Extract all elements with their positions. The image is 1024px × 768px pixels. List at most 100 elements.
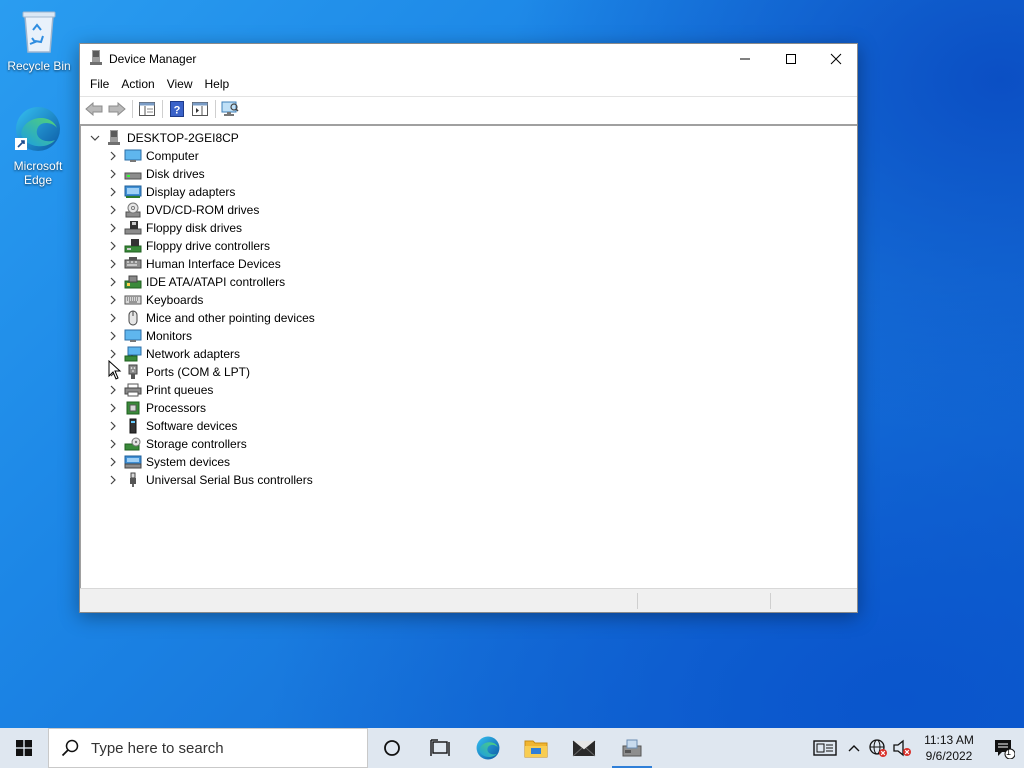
device-category-network-adapters[interactable]: Network adapters: [107, 345, 240, 363]
chevron-right-icon[interactable]: [107, 435, 119, 453]
title-bar[interactable]: Device Manager: [80, 44, 857, 73]
printer-icon: [124, 382, 142, 398]
chevron-right-icon[interactable]: [107, 147, 119, 165]
device-category-label: Keyboards: [146, 293, 204, 307]
chevron-right-icon[interactable]: [107, 291, 119, 309]
computer-icon: [124, 148, 142, 164]
taskbar-file-explorer-button[interactable]: [512, 728, 560, 768]
chevron-right-icon[interactable]: [107, 417, 119, 435]
chevron-right-icon[interactable]: [107, 327, 119, 345]
device-category-monitors[interactable]: Monitors: [107, 327, 192, 345]
action-center-button[interactable]: 1: [984, 728, 1024, 768]
desktop-icon-microsoft-edge[interactable]: Microsoft Edge: [3, 104, 73, 187]
desktop-icon-recycle-bin[interactable]: Recycle Bin: [4, 8, 74, 73]
chevron-right-icon[interactable]: [107, 471, 119, 489]
properties-view-button[interactable]: [189, 98, 211, 120]
monitor-icon: [124, 328, 142, 344]
desktop-icon-label: Microsoft Edge: [13, 159, 63, 187]
device-category-human-interface-devices[interactable]: Human Interface Devices: [107, 255, 281, 273]
minimize-icon: [740, 58, 750, 59]
back-button[interactable]: [83, 98, 105, 120]
device-category-label: Mice and other pointing devices: [146, 311, 315, 325]
toolbar-separator: [162, 100, 163, 118]
volume-button[interactable]: [890, 728, 914, 768]
device-category-keyboards[interactable]: Keyboards: [107, 291, 203, 309]
tree-root-node[interactable]: DESKTOP-2GEI8CP: [89, 129, 239, 147]
chevron-right-icon[interactable]: [107, 219, 119, 237]
device-category-floppy-disk-drives[interactable]: Floppy disk drives: [107, 219, 242, 237]
back-arrow-icon: [85, 102, 103, 116]
floppy-controller-icon: [124, 238, 142, 254]
device-category-label: Print queues: [146, 383, 214, 397]
start-button[interactable]: [0, 728, 48, 768]
device-category-mice-and-other-pointing-devices[interactable]: Mice and other pointing devices: [107, 309, 315, 327]
show-hide-console-tree-button[interactable]: [136, 98, 158, 120]
device-manager-icon: [622, 739, 642, 757]
device-category-software-devices[interactable]: Software devices: [107, 417, 237, 435]
device-category-floppy-drive-controllers[interactable]: Floppy drive controllers: [107, 237, 270, 255]
show-hidden-icons-button[interactable]: [842, 728, 866, 768]
device-tree[interactable]: DESKTOP-2GEI8CP Computer Disk drives Displ…: [80, 124, 857, 590]
device-category-ports-com-lpt[interactable]: Ports (COM & LPT): [107, 363, 250, 381]
taskbar-edge-button[interactable]: [464, 728, 512, 768]
menu-view[interactable]: View: [161, 73, 199, 96]
close-icon: [830, 53, 842, 64]
chevron-right-icon[interactable]: [107, 453, 119, 471]
system-tray: 11:13 AM 9/6/2022 1: [808, 728, 1024, 768]
toolbar-separator: [215, 100, 216, 118]
status-bar: [80, 588, 857, 612]
help-button[interactable]: ?: [166, 98, 188, 120]
taskbar-device-manager-button[interactable]: [608, 728, 656, 768]
device-category-label: Processors: [146, 401, 207, 415]
chevron-right-icon[interactable]: [107, 273, 119, 291]
windows-logo-icon: [16, 740, 32, 756]
device-category-system-devices[interactable]: System devices: [107, 453, 230, 471]
task-view-button[interactable]: [416, 728, 464, 768]
taskbar-clock[interactable]: 11:13 AM 9/6/2022: [914, 732, 984, 764]
device-category-computer[interactable]: Computer: [107, 147, 199, 165]
floppy-disk-icon: [124, 220, 142, 236]
device-category-processors[interactable]: Processors: [107, 399, 206, 417]
close-button[interactable]: [813, 44, 859, 73]
device-category-disk-drives[interactable]: Disk drives: [107, 165, 205, 183]
notification-count: 1: [1006, 747, 1012, 757]
menu-help[interactable]: Help: [199, 73, 236, 96]
chevron-right-icon[interactable]: [107, 399, 119, 417]
scan-hardware-changes-button[interactable]: [219, 98, 241, 120]
notification-icon: [995, 740, 1015, 759]
chevron-right-icon[interactable]: [107, 183, 119, 201]
edge-icon: [3, 104, 73, 157]
chevron-right-icon[interactable]: [107, 255, 119, 273]
taskbar-mail-button[interactable]: [560, 728, 608, 768]
chevron-down-icon[interactable]: [89, 129, 101, 147]
menu-action[interactable]: Action: [115, 73, 160, 96]
news-icon: [813, 740, 837, 756]
news-widget-button[interactable]: [808, 728, 842, 768]
taskbar-search-box[interactable]: Type here to search: [48, 728, 368, 768]
maximize-icon: [786, 53, 796, 64]
globe-network-icon: [869, 739, 887, 757]
speaker-muted-icon: [893, 739, 911, 757]
device-category-storage-controllers[interactable]: Storage controllers: [107, 435, 247, 453]
network-status-button[interactable]: [866, 728, 890, 768]
device-category-label: Display adapters: [146, 185, 236, 199]
chevron-right-icon[interactable]: [107, 165, 119, 183]
forward-button[interactable]: [106, 98, 128, 120]
chevron-right-icon[interactable]: [107, 201, 119, 219]
toolbar-separator: [132, 100, 133, 118]
device-category-label: Monitors: [146, 329, 193, 343]
chevron-right-icon[interactable]: [107, 237, 119, 255]
cortana-button[interactable]: [368, 728, 416, 768]
device-category-print-queues[interactable]: Print queues: [107, 381, 213, 399]
device-category-display-adapters[interactable]: Display adapters: [107, 183, 235, 201]
device-category-dvd-cd-rom-drives[interactable]: DVD/CD-ROM drives: [107, 201, 259, 219]
search-icon: [61, 739, 79, 757]
menu-file[interactable]: File: [84, 73, 115, 96]
chevron-right-icon[interactable]: [107, 309, 119, 327]
maximize-button[interactable]: [768, 44, 814, 73]
minimize-button[interactable]: [722, 44, 768, 73]
chevron-right-icon[interactable]: [107, 381, 119, 399]
device-category-ide-ata-atapi-controllers[interactable]: IDE ATA/ATAPI controllers: [107, 273, 285, 291]
chevron-up-icon: [848, 745, 860, 752]
device-category-universal-serial-bus-controllers[interactable]: Universal Serial Bus controllers: [107, 471, 313, 489]
